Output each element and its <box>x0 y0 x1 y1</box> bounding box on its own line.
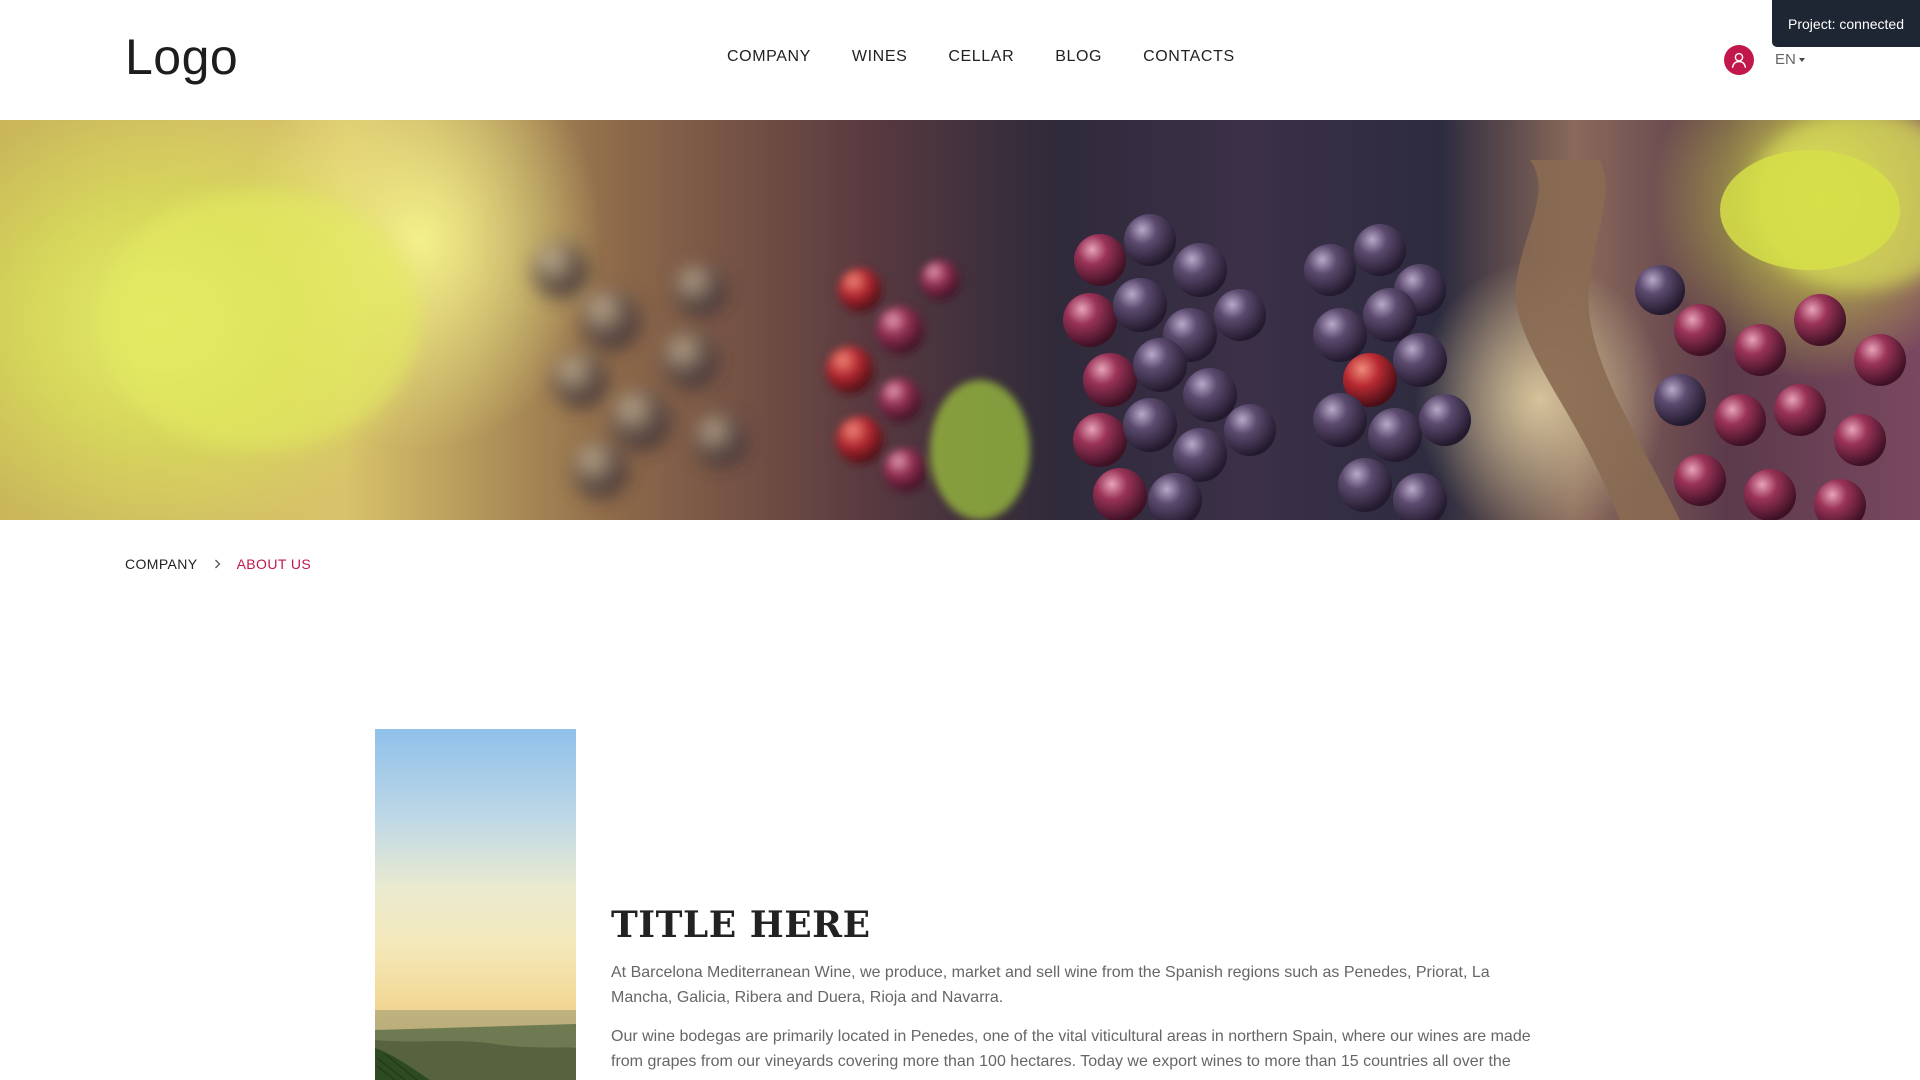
nav-item-wines[interactable]: WINES <box>852 48 907 66</box>
user-account-button[interactable] <box>1724 45 1754 75</box>
breadcrumb-item-company[interactable]: COMPANY <box>125 556 198 572</box>
site-header: Logo COMPANY WINES CELLAR BLOG CONTACTS … <box>0 0 1920 120</box>
site-logo[interactable]: Logo <box>125 28 238 86</box>
language-selector[interactable]: EN <box>1775 51 1805 68</box>
page-title: TITLE HERE <box>611 904 871 946</box>
hero-grapes-illustration <box>100 120 1920 520</box>
vineyard-landscape-illustration <box>375 1010 576 1080</box>
intro-paragraph: At Barcelona Mediterranean Wine, we prod… <box>611 964 1490 1006</box>
breadcrumb-item-current: ABOUT US <box>236 556 312 572</box>
hero-banner-image <box>0 120 1920 520</box>
nav-item-company[interactable]: COMPANY <box>727 48 811 66</box>
status-badge: Project: connected <box>1772 0 1920 47</box>
nav-item-blog[interactable]: BLOG <box>1055 48 1102 66</box>
caret-down-icon <box>1798 58 1805 62</box>
nav-item-cellar[interactable]: CELLAR <box>948 48 1014 66</box>
vineyard-sunset-image <box>375 729 576 1080</box>
user-icon <box>1731 52 1747 68</box>
language-current: EN <box>1775 51 1796 68</box>
main-nav: COMPANY WINES CELLAR BLOG CONTACTS <box>727 48 1235 66</box>
breadcrumb: COMPANY ABOUT US <box>125 556 311 572</box>
body-paragraph: Our wine bodegas are primarily located i… <box>611 1028 1531 1070</box>
nav-item-contacts[interactable]: CONTACTS <box>1143 48 1235 66</box>
chevron-right-icon <box>214 556 221 572</box>
